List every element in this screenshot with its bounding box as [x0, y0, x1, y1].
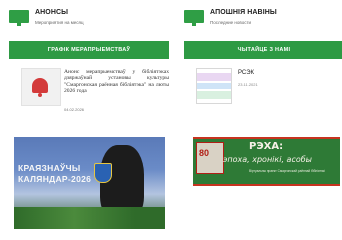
echo-project-banner[interactable]: 80 РЭХА: эпоха, хронікі, асобы Віртуальн…: [193, 137, 340, 186]
announcement-text[interactable]: Анонс мерапрыемстваў у бібліятэках дзярж…: [64, 69, 169, 95]
park-image: [14, 207, 165, 229]
coat-of-arms-icon: [94, 163, 112, 183]
news-header: АПОШНІЯ НАВІНЫ Последние новости: [184, 0, 342, 30]
local-history-calendar-banner[interactable]: КРАЯЗНАЎЧЫ КАЛЯНДАР-2026: [14, 137, 165, 229]
news-column: АПОШНІЯ НАВІНЫ Последние новости ЧЫТАЙЦЕ…: [184, 0, 342, 104]
news-item[interactable]: РСЭК 23.11.2021: [184, 68, 342, 118]
announcement-thumbnail[interactable]: [21, 68, 61, 106]
badge-number: 80: [199, 148, 210, 158]
monitor-icon: [184, 10, 204, 26]
anniversary-badge: 80: [196, 142, 224, 174]
news-title: АПОШНІЯ НАВІНЫ: [210, 9, 277, 16]
announcement-date: 04.02.2026: [64, 107, 85, 112]
announcements-subtitle: Мероприятия на месяц: [35, 20, 84, 25]
banner-right-subtitle: эпоха, хронікі, асобы: [223, 155, 312, 164]
banner-right-title: РЭХА:: [249, 141, 284, 152]
news-item-date: 23.11.2021: [238, 82, 258, 87]
read-with-us-button[interactable]: ЧЫТАЙЦЕ З НАМІ: [184, 41, 342, 59]
announcements-header: АНОНСЫ Мероприятия на месяц: [9, 0, 169, 30]
announcements-title: АНОНСЫ: [35, 9, 69, 16]
events-schedule-button[interactable]: ГРАФІК МЕРАПРЫЕМСТВАЎ: [9, 41, 169, 59]
announcement-item[interactable]: Анонс мерапрыемстваў у бібліятэках дзярж…: [9, 68, 169, 118]
bell-icon: [32, 78, 48, 97]
banner-right-caption: Віртуальны праект Смаргонскай раённай бі…: [249, 169, 325, 173]
monitor-icon: [9, 10, 29, 26]
news-item-title[interactable]: РСЭК: [238, 70, 254, 76]
news-subtitle: Последние новости: [210, 20, 252, 25]
banner-left-line1: КРАЯЗНАЎЧЫ: [18, 163, 81, 173]
banner-left-line2: КАЛЯНДАР-2026: [18, 174, 92, 184]
news-thumbnail[interactable]: [196, 68, 232, 104]
announcements-column: АНОНСЫ Мероприятия на месяц ГРАФІК МЕРАП…: [9, 0, 169, 112]
